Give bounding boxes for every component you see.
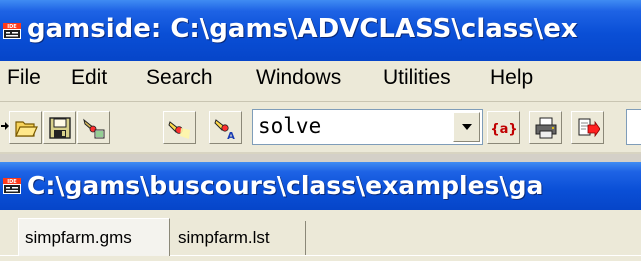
model-library-icon [83,118,105,139]
menu-help[interactable]: Help [490,66,533,90]
window-title: gamside: C:\gams\ADVCLASS\class\ex [27,14,578,44]
menu-edit[interactable]: Edit [71,66,107,90]
flashlight-a-icon: A [214,119,235,140]
save-disk-icon [49,117,71,139]
matching-braces-icon: {a} [492,122,516,137]
file-tabs: simpfarm.gms simpfarm.lst [0,210,641,261]
ide-doc-icon-label: IDE [7,179,17,185]
find-button[interactable] [163,111,196,144]
secondary-input[interactable] [626,109,641,145]
search-combobox[interactable] [252,109,483,145]
menu-utilities[interactable]: Utilities [383,66,451,90]
tab-simpfarm-lst[interactable]: simpfarm.lst [172,221,306,255]
toolbar-grip-arrow-icon[interactable] [1,116,9,136]
find-again-button[interactable]: A [209,111,242,144]
chevron-down-icon [462,124,472,130]
app-title-bar[interactable]: IDE gamside: C:\gams\ADVCLASS\class\ex [0,0,641,61]
child-window-title: C:\gams\buscours\class\examples\ga [27,171,544,200]
ide-icon-label: IDE [7,24,17,30]
mdi-client-area [0,154,641,162]
svg-text:A: A [227,131,235,140]
match-braces-label: {a} [492,122,516,137]
model-library-button[interactable] [77,111,110,144]
child-window-title-bar[interactable]: IDE C:\gams\buscours\class\examples\ga [0,162,641,210]
run-button[interactable] [571,111,604,144]
toolbar: A {a} [0,102,641,152]
tab-simpfarm-gms[interactable]: simpfarm.gms [18,218,170,256]
ide-document-icon[interactable]: IDE [3,178,21,194]
menu-bar: File Edit Search Windows Utilities Help [0,61,641,102]
open-folder-icon [15,121,38,137]
menu-search[interactable]: Search [146,66,213,90]
save-button[interactable] [43,111,76,144]
search-input[interactable] [255,112,456,140]
print-icon [535,117,557,139]
run-icon [578,118,600,138]
flashlight-icon [168,121,190,139]
print-button[interactable] [529,111,562,144]
match-braces-button[interactable]: {a} [487,111,520,144]
menu-file[interactable]: File [7,66,41,90]
ide-app-icon[interactable]: IDE [3,23,21,39]
open-button[interactable] [9,111,42,144]
menu-windows[interactable]: Windows [256,66,341,90]
search-dropdown-button[interactable] [453,112,480,142]
